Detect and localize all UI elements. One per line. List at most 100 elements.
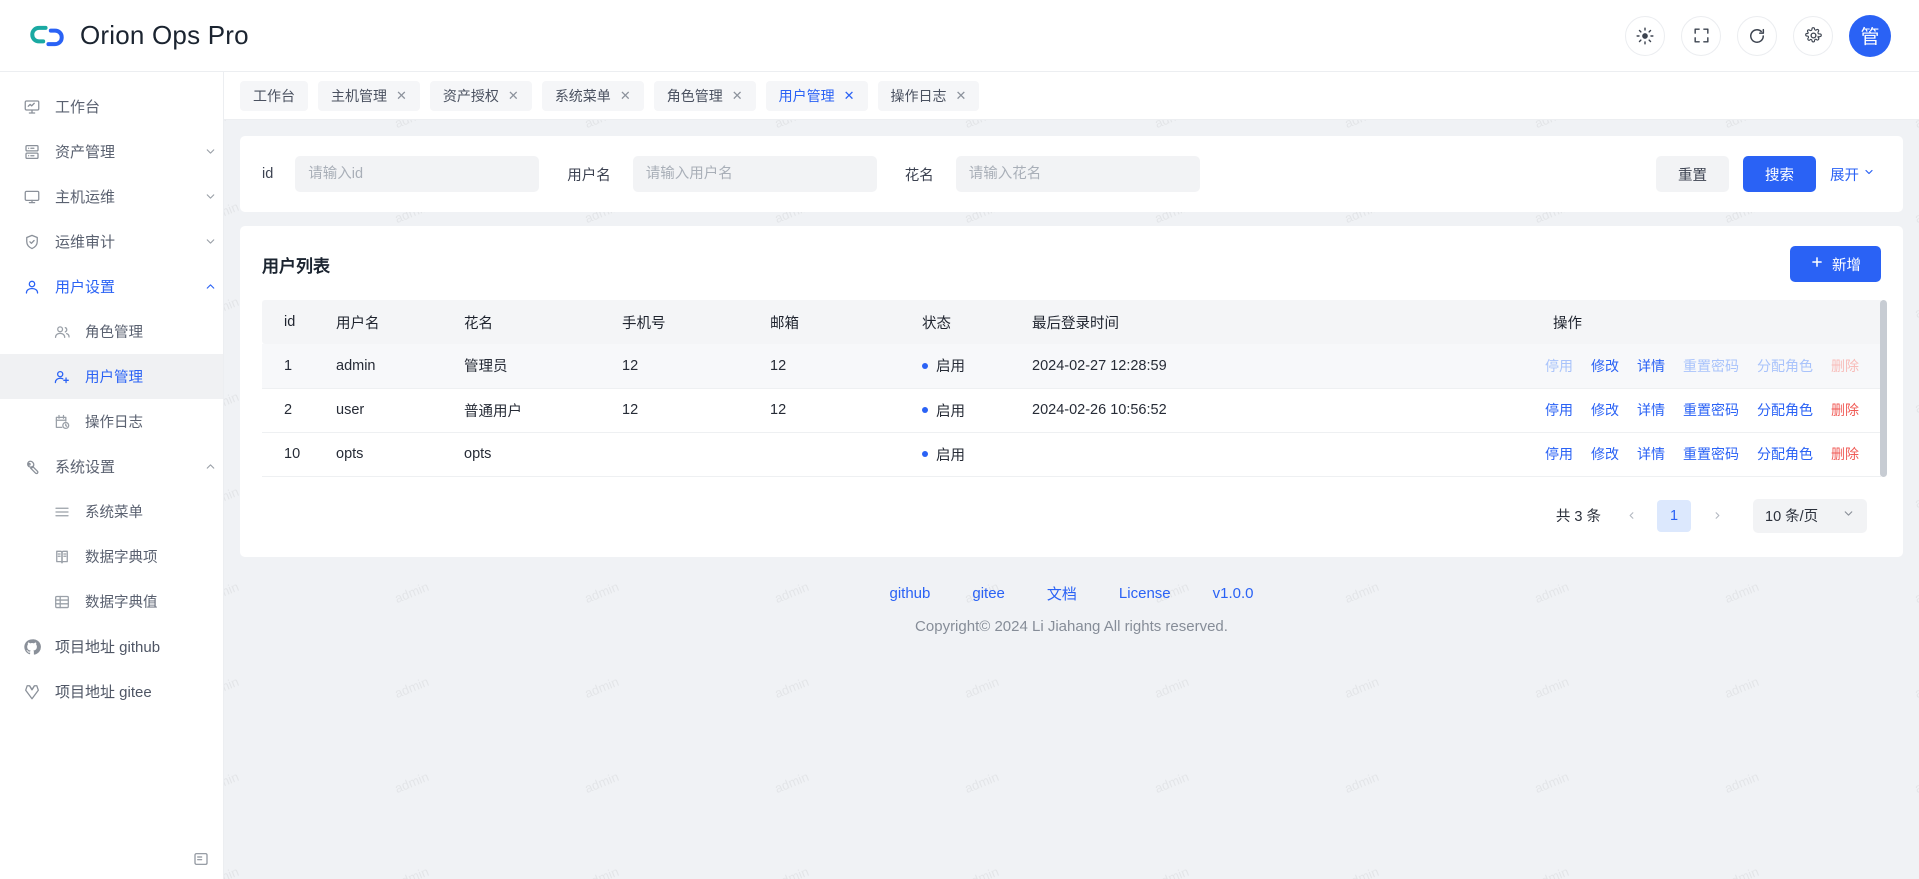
- avatar[interactable]: 管: [1849, 15, 1891, 57]
- sidebar-item-12[interactable]: 项目地址 github: [0, 624, 223, 669]
- search-input-nickname[interactable]: [956, 156, 1200, 192]
- cell-last-login: 2024-02-26 10:56:52: [1024, 388, 1254, 432]
- watermark-text: admin: [392, 769, 430, 796]
- tab-4[interactable]: 角色管理✕: [654, 81, 756, 111]
- search-input-id[interactable]: [295, 156, 539, 192]
- users-group-icon: [52, 322, 71, 341]
- table-row[interactable]: 2user普通用户1212启用2024-02-26 10:56:52停用修改详情…: [262, 388, 1881, 432]
- footer-link-0[interactable]: github: [890, 585, 931, 602]
- reset-button[interactable]: 重置: [1656, 156, 1729, 192]
- row-action-2[interactable]: 详情: [1637, 356, 1665, 376]
- tab-2[interactable]: 资产授权✕: [430, 81, 532, 111]
- watermark-text: admin: [1342, 769, 1380, 796]
- table-row[interactable]: 10optsopts启用停用修改详情重置密码分配角色删除: [262, 432, 1881, 476]
- row-action-2[interactable]: 详情: [1637, 444, 1665, 464]
- row-action-5[interactable]: 删除: [1831, 444, 1859, 464]
- dashboard-icon: [22, 97, 41, 116]
- sidebar-item-1[interactable]: 资产管理: [0, 129, 223, 174]
- expand-filters-label: 展开: [1830, 164, 1859, 185]
- row-action-5: 删除: [1831, 356, 1859, 376]
- watermark-text: admin: [1532, 769, 1570, 796]
- search-input-username[interactable]: [633, 156, 877, 192]
- sidebar-item-7[interactable]: 操作日志: [0, 399, 223, 444]
- pagination: 共 3 条 1 10 条/页: [262, 477, 1881, 541]
- watermark-text: admin: [962, 120, 1000, 131]
- table-header: id用户名花名手机号邮箱状态最后登录时间操作: [262, 300, 1881, 344]
- row-action-2[interactable]: 详情: [1637, 400, 1665, 420]
- sidebar-item-13[interactable]: 项目地址 gitee: [0, 669, 223, 714]
- chevron-left-icon[interactable]: [1617, 501, 1645, 531]
- page-size-select[interactable]: 10 条/页: [1753, 499, 1867, 533]
- close-icon[interactable]: ✕: [508, 89, 519, 102]
- shield-check-icon: [22, 232, 41, 251]
- close-icon[interactable]: ✕: [620, 89, 631, 102]
- close-icon[interactable]: ✕: [732, 89, 743, 102]
- book-icon: [52, 547, 71, 566]
- row-action-1[interactable]: 修改: [1591, 356, 1619, 376]
- sidebar-item-2[interactable]: 主机运维: [0, 174, 223, 219]
- sidebar-item-3[interactable]: 运维审计: [0, 219, 223, 264]
- table-scrollbar[interactable]: [1880, 300, 1887, 477]
- footer-link-4[interactable]: v1.0.0: [1213, 585, 1254, 602]
- user-list-card: 用户列表 新增: [240, 226, 1903, 557]
- row-action-3[interactable]: 重置密码: [1683, 444, 1739, 464]
- footer-link-1[interactable]: gitee: [972, 585, 1005, 602]
- sidebar: 工作台资产管理主机运维运维审计用户设置角色管理用户管理操作日志系统设置系统菜单数…: [0, 72, 224, 879]
- pagination-page-1[interactable]: 1: [1657, 500, 1691, 532]
- brand[interactable]: Orion Ops Pro: [28, 17, 249, 55]
- sidebar-menu: 工作台资产管理主机运维运维审计用户设置角色管理用户管理操作日志系统设置系统菜单数…: [0, 72, 223, 879]
- row-action-1[interactable]: 修改: [1591, 444, 1619, 464]
- row-action-1[interactable]: 修改: [1591, 400, 1619, 420]
- sidebar-item-0[interactable]: 工作台: [0, 84, 223, 129]
- sidebar-item-4[interactable]: 用户设置: [0, 264, 223, 309]
- row-action-5[interactable]: 删除: [1831, 400, 1859, 420]
- row-action-0[interactable]: 停用: [1545, 400, 1573, 420]
- filter-field-id: id: [262, 156, 539, 192]
- row-action-4[interactable]: 分配角色: [1757, 400, 1813, 420]
- sidebar-item-10[interactable]: 数据字典项: [0, 534, 223, 579]
- refresh-button[interactable]: [1737, 16, 1777, 56]
- footer: githubgitee文档Licensev1.0.0 Copyright© 20…: [240, 557, 1903, 653]
- sidebar-item-11[interactable]: 数据字典值: [0, 579, 223, 624]
- sidebar-item-9[interactable]: 系统菜单: [0, 489, 223, 534]
- sidebar-item-label: 用户设置: [55, 276, 183, 297]
- tab-3[interactable]: 系统菜单✕: [542, 81, 644, 111]
- footer-link-2[interactable]: 文档: [1047, 583, 1077, 604]
- filter-field-nickname: 花名: [877, 156, 1200, 192]
- tab-6[interactable]: 操作日志✕: [878, 81, 980, 111]
- table-scrollbar-thumb[interactable]: [1880, 300, 1887, 477]
- main-area: 工作台主机管理✕ 资产授权✕ 系统菜单✕ 角色管理✕ 用户管理✕ 操作日志✕ admin a…: [224, 72, 1919, 879]
- sidebar-item-label: 主机运维: [55, 186, 183, 207]
- row-actions: 停用修改详情重置密码分配角色删除: [1262, 444, 1873, 464]
- close-icon[interactable]: ✕: [396, 89, 407, 102]
- table-row[interactable]: 1admin管理员1212启用2024-02-27 12:28:59停用修改详情…: [262, 344, 1881, 388]
- orion-link-logo-icon: [28, 17, 66, 55]
- watermark-text: admin: [1532, 120, 1570, 131]
- sidebar-item-8[interactable]: 系统设置: [0, 444, 223, 489]
- chevron-right-icon[interactable]: [1703, 501, 1731, 531]
- row-action-0[interactable]: 停用: [1545, 444, 1573, 464]
- column-header-0: id: [262, 300, 328, 344]
- tab-0[interactable]: 工作台: [240, 81, 308, 111]
- footer-link-3[interactable]: License: [1119, 585, 1171, 602]
- expand-filters-toggle[interactable]: 展开: [1830, 164, 1875, 185]
- add-user-button[interactable]: 新增: [1790, 246, 1881, 282]
- theme-toggle-button[interactable]: [1625, 16, 1665, 56]
- column-header-1: 用户名: [328, 300, 456, 344]
- row-action-4[interactable]: 分配角色: [1757, 444, 1813, 464]
- fullscreen-button[interactable]: [1681, 16, 1721, 56]
- sidebar-item-6[interactable]: 用户管理: [0, 354, 223, 399]
- close-icon[interactable]: ✕: [844, 89, 855, 102]
- user-table-body: 1admin管理员1212启用2024-02-27 12:28:59停用修改详情…: [262, 344, 1881, 476]
- search-button[interactable]: 搜索: [1743, 156, 1816, 192]
- sidebar-item-5[interactable]: 角色管理: [0, 309, 223, 354]
- watermark-text: admin: [1532, 864, 1570, 879]
- tab-1[interactable]: 主机管理✕: [318, 81, 420, 111]
- row-action-3[interactable]: 重置密码: [1683, 400, 1739, 420]
- settings-button[interactable]: [1793, 16, 1833, 56]
- collapse-sidebar-icon[interactable]: [189, 847, 213, 871]
- close-icon[interactable]: ✕: [956, 89, 967, 102]
- column-header-7: 操作: [1254, 300, 1881, 344]
- cell-id: 2: [262, 388, 328, 432]
- tab-5[interactable]: 用户管理✕: [766, 81, 868, 111]
